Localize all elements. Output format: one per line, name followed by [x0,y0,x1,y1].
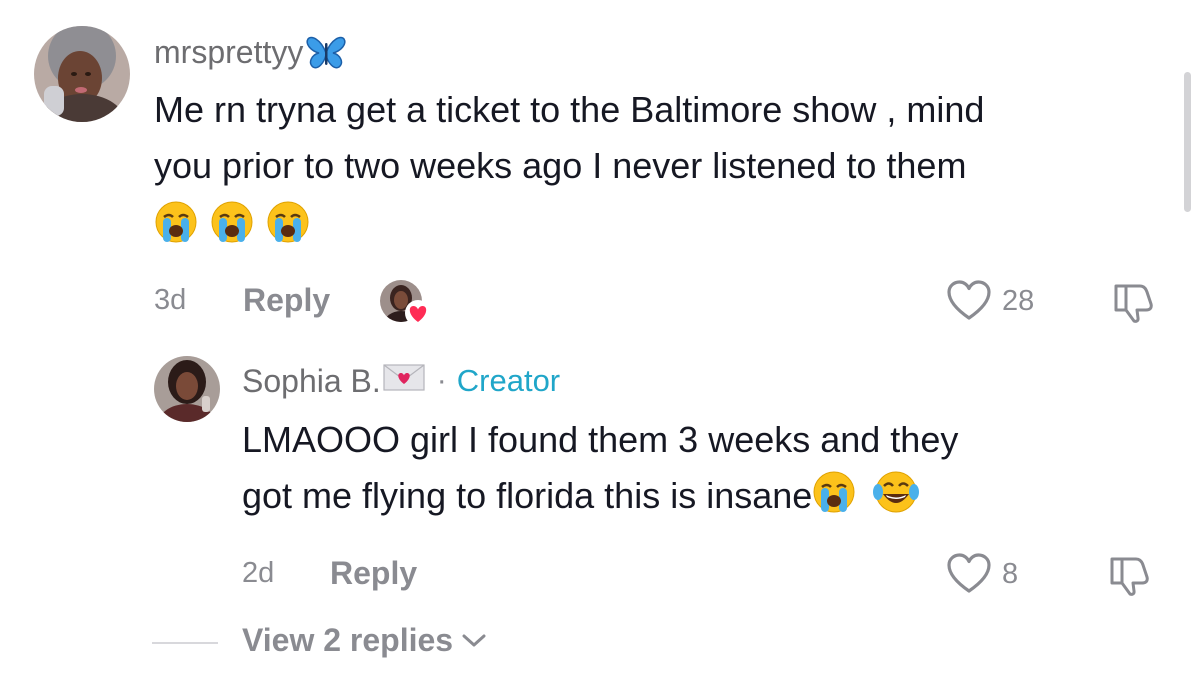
loudly-crying-face-icon [267,201,309,243]
loudly-crying-face-icon [211,201,253,243]
like-button[interactable]: 28 [946,280,1034,322]
reply-text-line: LMAOOO girl I found them 3 weeks and the… [242,419,959,460]
comment-text: Me rn tryna get a ticket to the Baltimor… [154,82,1174,194]
view-replies-button[interactable]: View 2 replies [242,622,487,659]
thumbs-down-icon [1114,284,1153,323]
comment-emojis [154,200,310,248]
heart-icon [405,300,431,326]
heart-outline-icon [947,280,991,320]
reply-like-button[interactable]: 8 [946,553,1018,595]
reply-button[interactable]: Reply [243,282,330,319]
creator-label: Creator [456,363,561,398]
thumbs-down-icon [1110,557,1149,596]
divider-line [152,642,218,644]
loudly-crying-face-icon [155,201,197,243]
comment-text-line: Me rn tryna get a ticket to the Baltimor… [154,89,985,130]
separator-dot: · [436,364,447,397]
avatar-image [34,26,130,122]
reply-text-line: got me flying to florida this is insane [242,475,813,516]
view-replies-label: View 2 replies [242,622,454,658]
reply-text: LMAOOO girl I found them 3 weeks and the… [242,412,1172,530]
tears-of-joy-face-icon [872,470,920,530]
creator-liked-badge [380,280,432,326]
like-count: 8 [1002,557,1019,590]
comment-text-line: you prior to two weeks ago I never liste… [154,145,967,186]
scrollbar[interactable] [1184,72,1191,212]
heart-outline-icon [947,553,991,593]
avatar-image [154,356,220,422]
dislike-button[interactable] [1110,280,1156,329]
love-letter-icon [383,362,425,400]
blue-butterfly-icon [305,35,347,79]
like-count: 28 [1002,284,1035,317]
reply-timestamp: 2d [242,557,275,589]
reply-reply-button[interactable]: Reply [330,555,417,592]
reply-avatar[interactable] [154,356,220,422]
username-text: mrsprettyy [154,34,304,70]
reply-author[interactable]: Sophia B. · Creator [242,362,560,400]
reply-dislike-button[interactable] [1106,553,1152,602]
comment-timestamp: 3d [154,284,187,316]
username-text: Sophia B. [242,362,381,399]
avatar[interactable] [34,26,130,122]
loudly-crying-face-icon [812,470,856,530]
comment-author[interactable]: mrsprettyy [154,34,347,79]
reply-text-line-2: got me flying to florida this is insane [242,468,1172,530]
chevron-down-icon [462,634,486,646]
